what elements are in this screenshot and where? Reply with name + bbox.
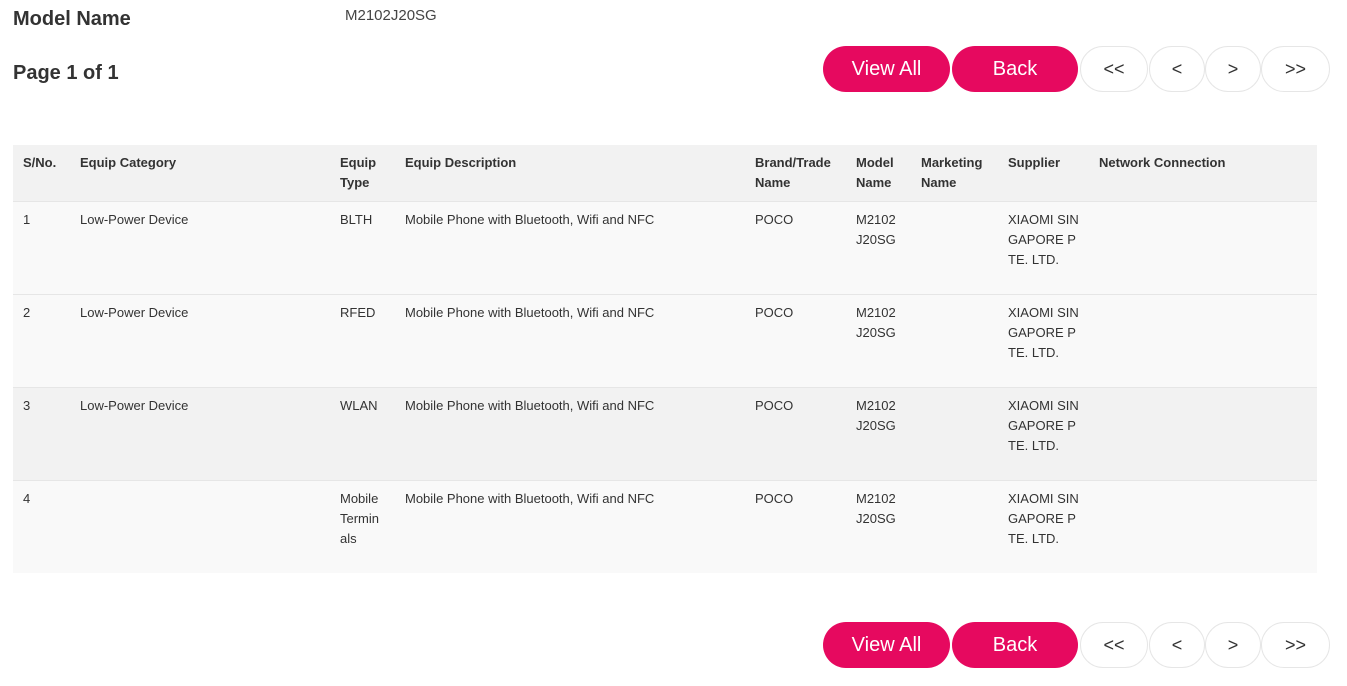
- column-header: Network Connection: [1089, 145, 1317, 202]
- table-cell: [70, 480, 330, 573]
- table-cell: [1089, 201, 1317, 295]
- table-cell: 1: [13, 201, 70, 295]
- table-header-row: S/No. Equip Category Equip Type Equip De…: [13, 145, 1317, 202]
- table-cell: [1089, 294, 1317, 388]
- first-page-button[interactable]: <<: [1080, 622, 1148, 668]
- back-button[interactable]: Back: [952, 46, 1078, 92]
- table-cell: [911, 387, 998, 481]
- first-page-button[interactable]: <<: [1080, 46, 1148, 92]
- table-cell: XIAOMI SINGAPORE PTE. LTD.: [998, 480, 1089, 573]
- table-cell: M2102J20SG: [846, 480, 911, 573]
- table-cell: Low-Power Device: [70, 387, 330, 481]
- table-cell: [1089, 480, 1317, 573]
- table-cell: Low-Power Device: [70, 294, 330, 388]
- column-header: Equip Description: [395, 145, 745, 202]
- column-header: S/No.: [13, 145, 70, 202]
- table-cell: Mobile Phone with Bluetooth, Wifi and NF…: [395, 480, 745, 573]
- column-header: Supplier: [998, 145, 1089, 202]
- table-cell: [911, 480, 998, 573]
- last-page-button[interactable]: >>: [1261, 46, 1330, 92]
- table-cell: Mobile Terminals: [330, 480, 395, 573]
- table-cell: Mobile Phone with Bluetooth, Wifi and NF…: [395, 201, 745, 295]
- table-cell: POCO: [745, 294, 846, 388]
- table-cell: RFED: [330, 294, 395, 388]
- column-header: Marketing Name: [911, 145, 998, 202]
- prev-page-button[interactable]: <: [1149, 622, 1205, 668]
- next-page-button[interactable]: >: [1205, 46, 1261, 92]
- table-cell: BLTH: [330, 201, 395, 295]
- table-cell: 3: [13, 387, 70, 481]
- table-cell: Mobile Phone with Bluetooth, Wifi and NF…: [395, 294, 745, 388]
- back-button[interactable]: Back: [952, 622, 1078, 668]
- page-info: Page 1 of 1: [13, 62, 119, 84]
- table-row: 3 Low-Power Device WLAN Mobile Phone wit…: [13, 387, 1317, 481]
- column-header: Model Name: [846, 145, 911, 202]
- prev-page-button[interactable]: <: [1149, 46, 1205, 92]
- table-cell: [911, 294, 998, 388]
- table-cell: 4: [13, 480, 70, 573]
- table-cell: M2102J20SG: [846, 201, 911, 295]
- last-page-button[interactable]: >>: [1261, 622, 1330, 668]
- table-row: 4 Mobile Terminals Mobile Phone with Blu…: [13, 480, 1317, 573]
- model-name-value: M2102J20SG: [345, 7, 437, 24]
- table-cell: [911, 201, 998, 295]
- table-cell: XIAOMI SINGAPORE PTE. LTD.: [998, 201, 1089, 295]
- view-all-button[interactable]: View All: [823, 46, 950, 92]
- table-row: 1 Low-Power Device BLTH Mobile Phone wit…: [13, 201, 1317, 295]
- table-cell: POCO: [745, 201, 846, 295]
- next-page-button[interactable]: >: [1205, 622, 1261, 668]
- table-cell: Mobile Phone with Bluetooth, Wifi and NF…: [395, 387, 745, 481]
- pager-bottom: View All Back << < > >>: [823, 622, 1330, 668]
- view-all-button[interactable]: View All: [823, 622, 950, 668]
- model-name-label: Model Name: [13, 8, 131, 30]
- column-header: Equip Category: [70, 145, 330, 202]
- column-header: Equip Type: [330, 145, 395, 202]
- table-cell: 2: [13, 294, 70, 388]
- table-cell: XIAOMI SINGAPORE PTE. LTD.: [998, 387, 1089, 481]
- table-cell: XIAOMI SINGAPORE PTE. LTD.: [998, 294, 1089, 388]
- table-row: 2 Low-Power Device RFED Mobile Phone wit…: [13, 294, 1317, 388]
- pager-top: View All Back << < > >>: [823, 46, 1330, 92]
- equipment-table: S/No. Equip Category Equip Type Equip De…: [13, 145, 1317, 573]
- table-cell: Low-Power Device: [70, 201, 330, 295]
- table-cell: M2102J20SG: [846, 387, 911, 481]
- table-cell: M2102J20SG: [846, 294, 911, 388]
- table-cell: [1089, 387, 1317, 481]
- table-cell: POCO: [745, 480, 846, 573]
- table-cell: POCO: [745, 387, 846, 481]
- column-header: Brand/Trade Name: [745, 145, 846, 202]
- table-cell: WLAN: [330, 387, 395, 481]
